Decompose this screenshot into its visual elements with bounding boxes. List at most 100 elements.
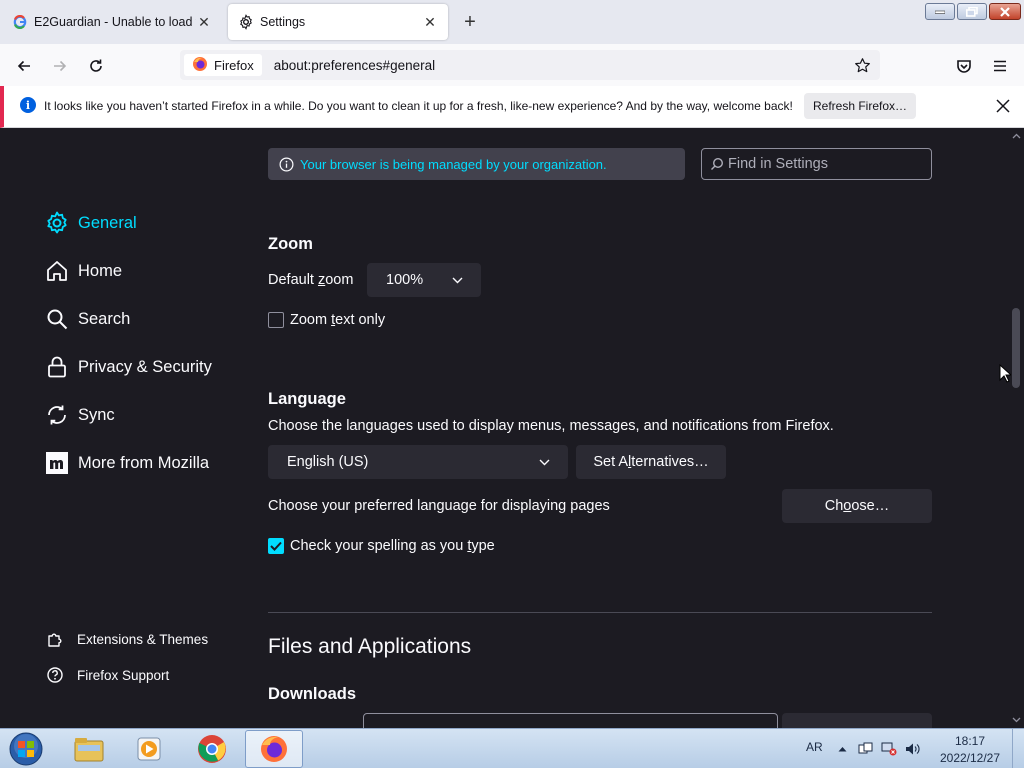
reload-icon <box>90 59 102 72</box>
find-in-settings-input[interactable]: Find in Settings <box>701 148 932 180</box>
firefox-support-link[interactable]: Firefox Support <box>46 666 169 684</box>
sidebar-item-label: Search <box>78 309 131 328</box>
sidebar-item-label: Sync <box>78 405 115 424</box>
page-language-label: Choose your preferred language for displ… <box>268 498 610 514</box>
pocket-button[interactable] <box>950 52 978 80</box>
new-tab-button[interactable]: + <box>458 10 482 34</box>
zoom-text-only-label[interactable]: Zoom text only <box>290 312 385 328</box>
sidebar-item-label: More from Mozilla <box>78 453 210 472</box>
sidebar-item-general[interactable]: General <box>44 210 137 236</box>
close-icon <box>996 99 1010 113</box>
sidebar-item-label: Privacy & Security <box>78 357 212 376</box>
checkmark-icon <box>270 541 282 551</box>
settings-page: General Home Search Privacy & Security S… <box>0 128 1024 728</box>
back-button[interactable] <box>10 52 38 80</box>
download-folder-field[interactable] <box>363 713 778 728</box>
star-icon <box>854 57 870 72</box>
zoom-heading: Zoom <box>268 235 313 253</box>
policies-text: Your browser is being managed by your or… <box>300 156 607 172</box>
policies-notice[interactable]: Your browser is being managed by your or… <box>268 148 685 180</box>
navigation-toolbar: Firefox about:preferences#general <box>0 44 1024 86</box>
extensions-themes-link[interactable]: Extensions & Themes <box>46 630 208 648</box>
restore-window-button[interactable] <box>957 3 987 20</box>
firefox-icon <box>261 736 287 762</box>
identity-box[interactable]: Firefox <box>184 54 262 76</box>
files-applications-heading: Files and Applications <box>268 635 472 658</box>
tab-e2guardian[interactable]: E2Guardian - Unable to load we ✕ <box>2 4 222 40</box>
default-zoom-label: Default zoom <box>268 272 354 288</box>
sidebar-item-label: Home <box>78 261 123 280</box>
start-button[interactable] <box>6 730 46 768</box>
windows-taskbar: AR 18:17 2022/12/27 <box>0 728 1024 768</box>
tab-strip: E2Guardian - Unable to load we ✕ Setting… <box>0 0 1024 44</box>
mouse-cursor-icon <box>999 364 1011 383</box>
sidebar-item-home[interactable]: Home <box>44 258 122 284</box>
search-placeholder: Find in Settings <box>728 156 828 172</box>
input-language-indicator[interactable]: AR <box>806 740 823 754</box>
gear-icon <box>44 210 70 236</box>
action-center-icon[interactable] <box>857 741 873 757</box>
taskbar-chrome[interactable] <box>183 730 241 768</box>
search-icon <box>44 306 70 332</box>
media-player-icon <box>137 737 161 761</box>
chrome-icon <box>198 735 226 763</box>
browse-button[interactable] <box>782 713 932 728</box>
windows-explorer-icon <box>74 738 104 762</box>
puzzle-icon <box>46 630 64 648</box>
scroll-up-arrow-icon[interactable] <box>1011 131 1021 141</box>
hamburger-menu-icon <box>994 60 1006 72</box>
google-g-icon <box>12 14 28 30</box>
tab-settings[interactable]: Settings ✕ <box>228 4 448 40</box>
back-arrow-icon <box>17 60 30 72</box>
show-hidden-icons-icon[interactable] <box>834 741 850 757</box>
chevron-down-icon <box>451 274 463 286</box>
close-notification-button[interactable] <box>994 97 1012 115</box>
chevron-down-icon <box>538 456 550 468</box>
sidebar-item-search[interactable]: Search <box>44 306 130 332</box>
url-text[interactable]: about:preferences#general <box>274 58 435 73</box>
app-menu-button[interactable] <box>986 52 1014 80</box>
clock-time[interactable]: 18:17 <box>955 734 985 748</box>
taskbar-media-player[interactable] <box>120 730 178 768</box>
info-icon: i <box>20 97 36 113</box>
spellcheck-checkbox[interactable] <box>268 538 284 554</box>
forward-button[interactable] <box>46 52 74 80</box>
language-heading: Language <box>268 390 346 408</box>
firefox-icon <box>192 56 208 75</box>
choose-language-button[interactable]: Ch o ose… <box>782 489 932 523</box>
scroll-down-arrow-icon[interactable] <box>1011 715 1021 725</box>
default-zoom-dropdown[interactable]: 100% <box>367 263 481 297</box>
info-icon <box>278 156 294 172</box>
network-icon[interactable] <box>881 741 897 757</box>
tab-title: E2Guardian - Unable to load we <box>34 15 196 29</box>
show-desktop-button[interactable] <box>1012 729 1024 768</box>
refresh-firefox-button[interactable]: Refresh Firefox… <box>804 93 916 119</box>
bookmark-star-button[interactable] <box>850 53 874 77</box>
volume-icon[interactable] <box>905 741 921 757</box>
vertical-scrollbar[interactable] <box>1007 128 1024 728</box>
zoom-text-only-checkbox[interactable] <box>268 312 284 328</box>
language-description: Choose the languages used to display men… <box>268 418 834 434</box>
close-window-button[interactable] <box>989 3 1021 20</box>
selected-language: English (US) <box>287 454 369 470</box>
close-tab-icon[interactable]: ✕ <box>196 14 212 30</box>
refresh-notification-bar: i It looks like you haven’t started Fire… <box>0 86 1024 128</box>
clock-date[interactable]: 2022/12/27 <box>937 751 1003 765</box>
url-bar[interactable]: Firefox about:preferences#general <box>180 50 880 80</box>
sidebar-item-label: General <box>78 213 137 232</box>
spellcheck-label[interactable]: Check your spelling as you type <box>290 538 495 554</box>
sidebar-item-privacy[interactable]: Privacy & Security <box>44 354 212 380</box>
set-alternatives-button[interactable]: Set Al ternatives… <box>576 445 726 479</box>
language-dropdown[interactable]: English (US) <box>268 445 568 479</box>
identity-label: Firefox <box>214 57 254 73</box>
home-icon <box>44 258 70 284</box>
sidebar-item-sync[interactable]: Sync <box>44 402 115 428</box>
taskbar-explorer[interactable] <box>60 730 118 768</box>
taskbar-firefox[interactable] <box>245 730 303 768</box>
sidebar-item-more-from-mozilla[interactable]: More from Mozilla <box>44 450 209 476</box>
minimize-window-button[interactable] <box>925 3 955 20</box>
reload-button[interactable] <box>82 52 110 80</box>
close-tab-icon[interactable]: ✕ <box>422 14 438 30</box>
scrollbar-thumb[interactable] <box>1012 308 1020 388</box>
gear-icon <box>238 14 254 30</box>
